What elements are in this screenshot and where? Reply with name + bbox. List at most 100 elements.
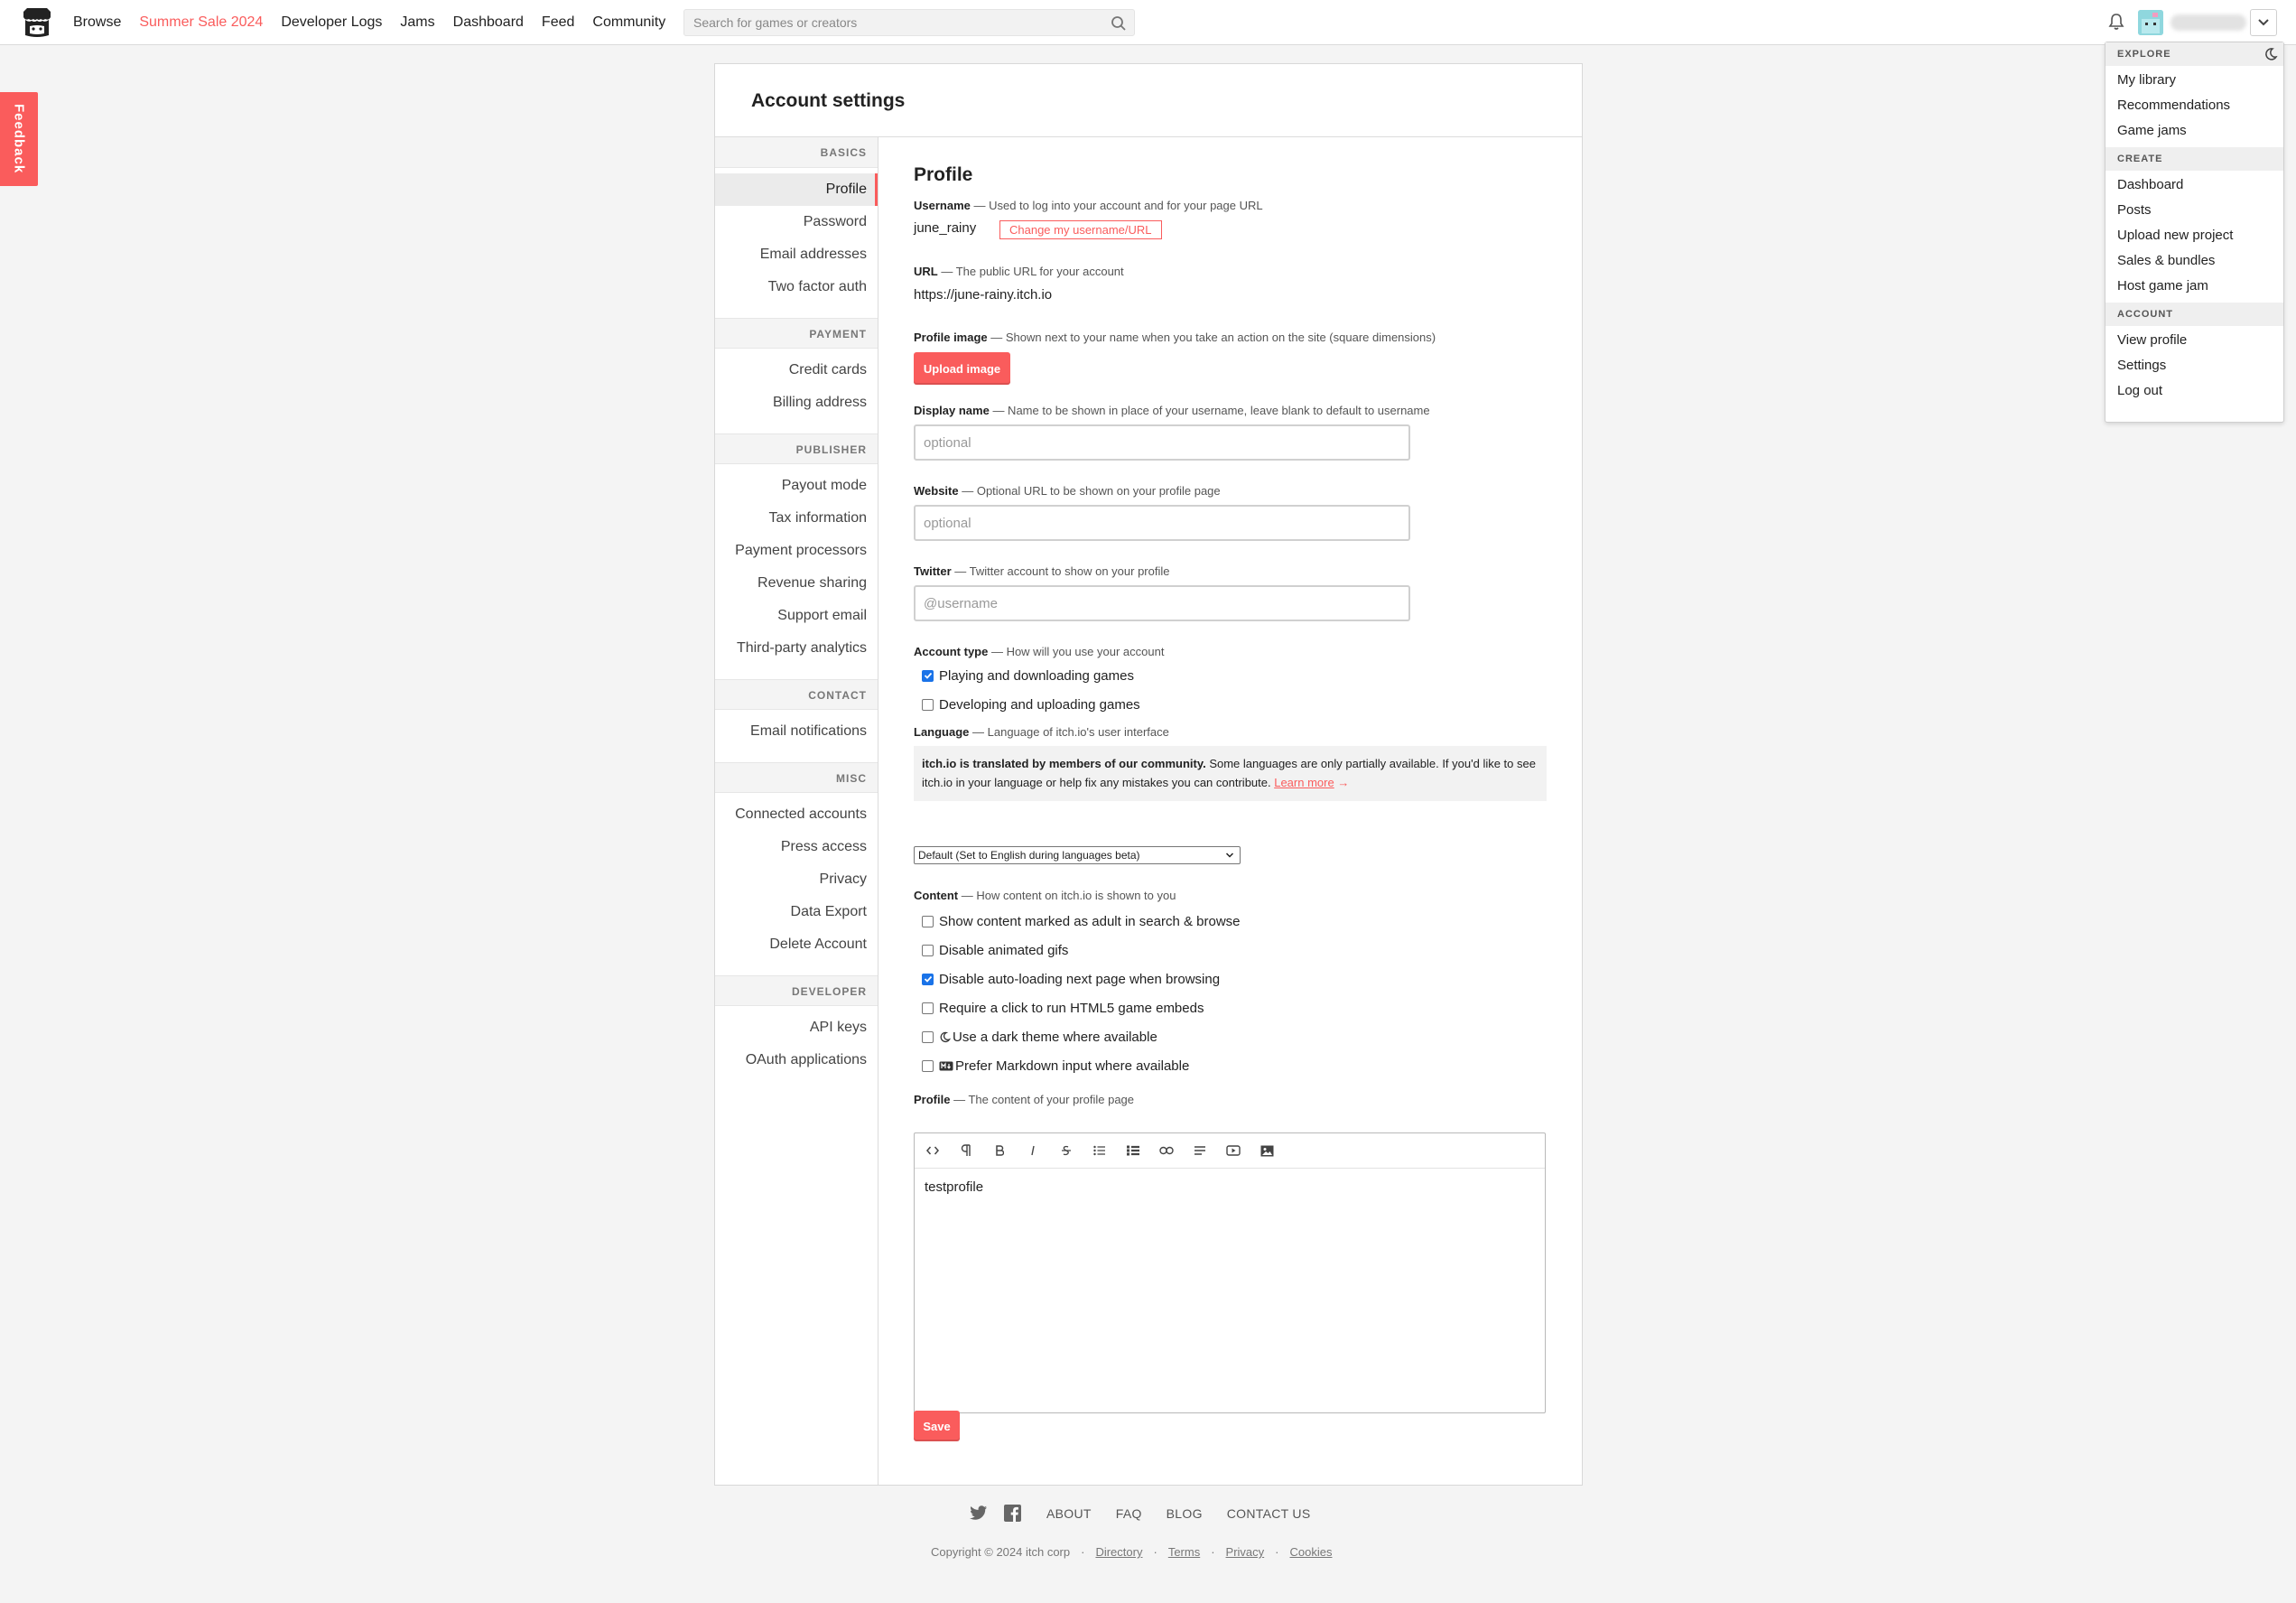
sidebar-item-two-factor-auth[interactable]: Two factor auth bbox=[715, 271, 878, 303]
sidebar-header-contact: CONTACT bbox=[715, 679, 878, 710]
dropdown-item-settings[interactable]: Settings bbox=[2105, 353, 2283, 378]
footer-link-privacy[interactable]: Privacy bbox=[1226, 1545, 1265, 1559]
account-type-playing-checkbox[interactable] bbox=[922, 669, 934, 682]
upload-image-button[interactable]: Upload image bbox=[914, 352, 1010, 385]
nav-community[interactable]: Community bbox=[592, 14, 665, 31]
sidebar-item-email-notifications[interactable]: Email notifications bbox=[715, 715, 878, 748]
sidebar-item-billing-address[interactable]: Billing address bbox=[715, 387, 878, 419]
paragraph-icon bbox=[961, 1144, 971, 1156]
align-button[interactable] bbox=[1185, 1138, 1214, 1163]
twitter-label: Twitter — Twitter account to show on you… bbox=[914, 564, 1169, 578]
nav-browse[interactable]: Browse bbox=[73, 14, 121, 31]
url-label-desc: — The public URL for your account bbox=[937, 265, 1124, 278]
sidebar-item-api-keys[interactable]: API keys bbox=[715, 1011, 878, 1044]
strikethrough-button[interactable] bbox=[1052, 1138, 1081, 1163]
embed-video-button[interactable] bbox=[1219, 1138, 1248, 1163]
sidebar-item-privacy[interactable]: Privacy bbox=[715, 863, 878, 896]
sidebar-item-support-email[interactable]: Support email bbox=[715, 600, 878, 632]
insert-image-button[interactable] bbox=[1252, 1138, 1281, 1163]
twitter-label-desc: — Twitter account to show on your profil… bbox=[951, 564, 1170, 578]
nav-jams[interactable]: Jams bbox=[400, 14, 434, 31]
notification-bell-icon[interactable] bbox=[2106, 12, 2126, 32]
sidebar-item-payment-processors[interactable]: Payment processors bbox=[715, 535, 878, 567]
footer-link-about[interactable]: ABOUT bbox=[1046, 1506, 1092, 1521]
content-option-markdown-checkbox[interactable] bbox=[922, 1059, 934, 1072]
bullet-list-button[interactable] bbox=[1085, 1138, 1114, 1163]
language-select[interactable]: Default (Set to English during languages… bbox=[914, 846, 1241, 864]
language-label: Language — Language of itch.io's user in… bbox=[914, 725, 1169, 739]
dropdown-item-posts[interactable]: Posts bbox=[2105, 198, 2283, 223]
profile-heading: Profile bbox=[914, 164, 973, 185]
profile-rich-text-editor: testprofile bbox=[914, 1132, 1546, 1413]
username-label-desc: — Used to log into your account and for … bbox=[970, 199, 1263, 212]
footer-link-faq[interactable]: FAQ bbox=[1116, 1506, 1142, 1521]
nav-developer-logs[interactable]: Developer Logs bbox=[281, 14, 382, 31]
footer-link-directory[interactable]: Directory bbox=[1095, 1545, 1142, 1559]
profile-editor-text[interactable]: testprofile bbox=[915, 1169, 1545, 1206]
change-username-button[interactable]: Change my username/URL bbox=[999, 220, 1162, 239]
user-menu-toggle[interactable] bbox=[2250, 9, 2277, 36]
sidebar-item-credit-cards[interactable]: Credit cards bbox=[715, 354, 878, 387]
content-option-adult-checkbox[interactable] bbox=[922, 915, 934, 927]
dropdown-item-recommendations[interactable]: Recommendations bbox=[2105, 93, 2283, 118]
nav-feed[interactable]: Feed bbox=[542, 14, 574, 31]
twitter-input[interactable] bbox=[914, 585, 1410, 621]
display-name-input[interactable] bbox=[914, 424, 1410, 461]
dropdown-item-upload-project[interactable]: Upload new project bbox=[2105, 223, 2283, 248]
dropdown-item-game-jams[interactable]: Game jams bbox=[2105, 118, 2283, 144]
feedback-tab[interactable]: Feedback bbox=[0, 92, 38, 186]
sidebar-item-revenue-sharing[interactable]: Revenue sharing bbox=[715, 567, 878, 600]
sidebar-item-delete-account[interactable]: Delete Account bbox=[715, 928, 878, 961]
learn-more-link[interactable]: Learn more bbox=[1274, 776, 1334, 789]
sidebar-item-oauth-applications[interactable]: OAuth applications bbox=[715, 1044, 878, 1076]
dropdown-item-my-library[interactable]: My library bbox=[2105, 68, 2283, 93]
sidebar-item-payout-mode[interactable]: Payout mode bbox=[715, 470, 878, 502]
sidebar-item-email-addresses[interactable]: Email addresses bbox=[715, 238, 878, 271]
dark-mode-moon-icon[interactable] bbox=[2263, 47, 2278, 61]
language-info-bold: itch.io is translated by members of our … bbox=[922, 757, 1206, 770]
save-button[interactable]: Save bbox=[914, 1411, 960, 1441]
footer-link-terms[interactable]: Terms bbox=[1168, 1545, 1200, 1559]
content-option-gifs-checkbox[interactable] bbox=[922, 944, 934, 956]
search-icon[interactable] bbox=[1111, 15, 1127, 32]
footer-link-contact[interactable]: CONTACT US bbox=[1227, 1506, 1311, 1521]
footer-link-blog[interactable]: BLOG bbox=[1167, 1506, 1203, 1521]
footer-link-cookies[interactable]: Cookies bbox=[1290, 1545, 1333, 1559]
profile-content-label: Profile — The content of your profile pa… bbox=[914, 1093, 1134, 1106]
twitter-label-title: Twitter bbox=[914, 564, 952, 578]
sidebar-item-third-party-analytics[interactable]: Third-party analytics bbox=[715, 632, 878, 665]
sidebar-item-profile[interactable]: Profile bbox=[715, 173, 878, 206]
content-option-autoload-checkbox[interactable] bbox=[922, 973, 934, 985]
nav-summer-sale[interactable]: Summer Sale 2024 bbox=[139, 14, 263, 31]
twitter-icon[interactable] bbox=[970, 1505, 988, 1521]
itchio-logo-icon[interactable] bbox=[20, 6, 54, 41]
avatar[interactable] bbox=[2138, 10, 2163, 35]
link-button[interactable] bbox=[1152, 1138, 1181, 1163]
dropdown-item-log-out[interactable]: Log out bbox=[2105, 378, 2283, 404]
account-type-developing-checkbox[interactable] bbox=[922, 698, 934, 711]
dropdown-item-view-profile[interactable]: View profile bbox=[2105, 328, 2283, 353]
content-option-dark-theme-checkbox[interactable] bbox=[922, 1030, 934, 1043]
sidebar-item-password[interactable]: Password bbox=[715, 206, 878, 238]
sidebar-item-tax-information[interactable]: Tax information bbox=[715, 502, 878, 535]
content-option-adult-label: Show content marked as adult in search &… bbox=[939, 913, 1241, 929]
website-input[interactable] bbox=[914, 505, 1410, 541]
numbered-list-button[interactable] bbox=[1119, 1138, 1148, 1163]
bold-button[interactable] bbox=[985, 1138, 1014, 1163]
paragraph-button[interactable] bbox=[952, 1138, 981, 1163]
sidebar-item-connected-accounts[interactable]: Connected accounts bbox=[715, 798, 878, 831]
sidebar-header-basics: BASICS bbox=[715, 137, 878, 168]
facebook-icon[interactable] bbox=[1004, 1505, 1021, 1522]
sidebar-item-data-export[interactable]: Data Export bbox=[715, 896, 878, 928]
dropdown-item-dashboard[interactable]: Dashboard bbox=[2105, 172, 2283, 198]
italic-button[interactable] bbox=[1018, 1138, 1047, 1163]
search-input[interactable] bbox=[684, 15, 1100, 30]
content-option-html5-checkbox[interactable] bbox=[922, 1002, 934, 1014]
avatar-icon bbox=[2138, 10, 2163, 35]
dropdown-item-sales-bundles[interactable]: Sales & bundles bbox=[2105, 248, 2283, 274]
nav-dashboard[interactable]: Dashboard bbox=[453, 14, 524, 31]
code-icon bbox=[926, 1146, 939, 1155]
sidebar-item-press-access[interactable]: Press access bbox=[715, 831, 878, 863]
dropdown-item-host-jam[interactable]: Host game jam bbox=[2105, 274, 2283, 299]
code-view-button[interactable] bbox=[918, 1138, 947, 1163]
